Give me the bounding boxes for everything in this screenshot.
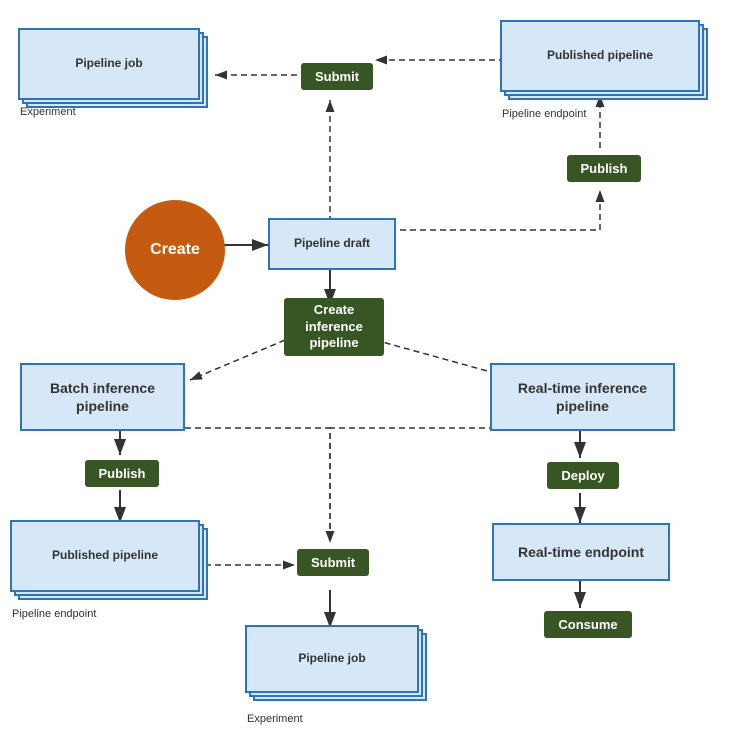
pipeline-job-top-label: Pipeline job <box>75 56 142 72</box>
published-pipeline-bottom-container: Published pipeline Pipeline endpoint <box>10 520 210 620</box>
pipeline-job-top-container: Pipeline job Experiment <box>18 28 208 118</box>
deploy-container: Deploy <box>548 458 618 492</box>
published-pipeline-bottom-sublabel: Pipeline endpoint <box>12 608 96 620</box>
published-pipeline-bottom-label: Published pipeline <box>52 548 158 564</box>
consume-button[interactable]: Consume <box>544 611 631 638</box>
submit-top-container: Submit <box>297 57 377 95</box>
deploy-button[interactable]: Deploy <box>547 462 618 489</box>
create-circle: Create <box>125 200 225 300</box>
create-label: Create <box>150 241 200 259</box>
realtime-endpoint-box: Real-time endpoint <box>492 523 670 581</box>
published-pipeline-top-label: Published pipeline <box>547 48 653 64</box>
consume-container: Consume <box>548 607 628 641</box>
pipeline-job-bottom-sublabel: Experiment <box>247 713 303 725</box>
pipeline-job-bottom-container: Pipeline job Experiment <box>245 625 427 725</box>
submit-bottom-container: Submit <box>293 543 373 581</box>
realtime-inference-box: Real-time inference pipeline <box>490 363 675 431</box>
publish-batch-button[interactable]: Publish <box>85 460 160 487</box>
submit-top-button[interactable]: Submit <box>301 63 373 90</box>
create-inference-container: Create inference pipeline <box>284 302 384 352</box>
pipeline-job-bottom-box: Pipeline job <box>245 625 419 693</box>
pipeline-draft-box: Pipeline draft <box>268 218 396 270</box>
pipeline-job-bottom-label: Pipeline job <box>298 651 365 667</box>
published-pipeline-bottom-box: Published pipeline <box>10 520 200 592</box>
realtime-inference-label: Real-time inference pipeline <box>492 379 673 415</box>
pipeline-job-top-sublabel: Experiment <box>20 106 76 118</box>
batch-inference-box: Batch inference pipeline <box>20 363 185 431</box>
published-pipeline-top-container: Published pipeline Pipeline endpoint <box>500 20 710 120</box>
batch-inference-label: Batch inference pipeline <box>22 379 183 415</box>
create-inference-button[interactable]: Create inference pipeline <box>284 298 384 357</box>
published-pipeline-top-sublabel: Pipeline endpoint <box>502 108 586 120</box>
publish-batch-container: Publish <box>82 455 162 491</box>
publish-top-button[interactable]: Publish <box>567 155 642 182</box>
realtime-endpoint-label: Real-time endpoint <box>518 543 644 561</box>
submit-bottom-button[interactable]: Submit <box>297 549 369 576</box>
pipeline-job-top-box: Pipeline job <box>18 28 200 100</box>
pipeline-draft-label: Pipeline draft <box>294 236 370 252</box>
diagram: Pipeline job Experiment Submit Published… <box>0 0 734 744</box>
publish-top-container: Publish <box>564 148 644 188</box>
published-pipeline-top-box: Published pipeline <box>500 20 700 92</box>
